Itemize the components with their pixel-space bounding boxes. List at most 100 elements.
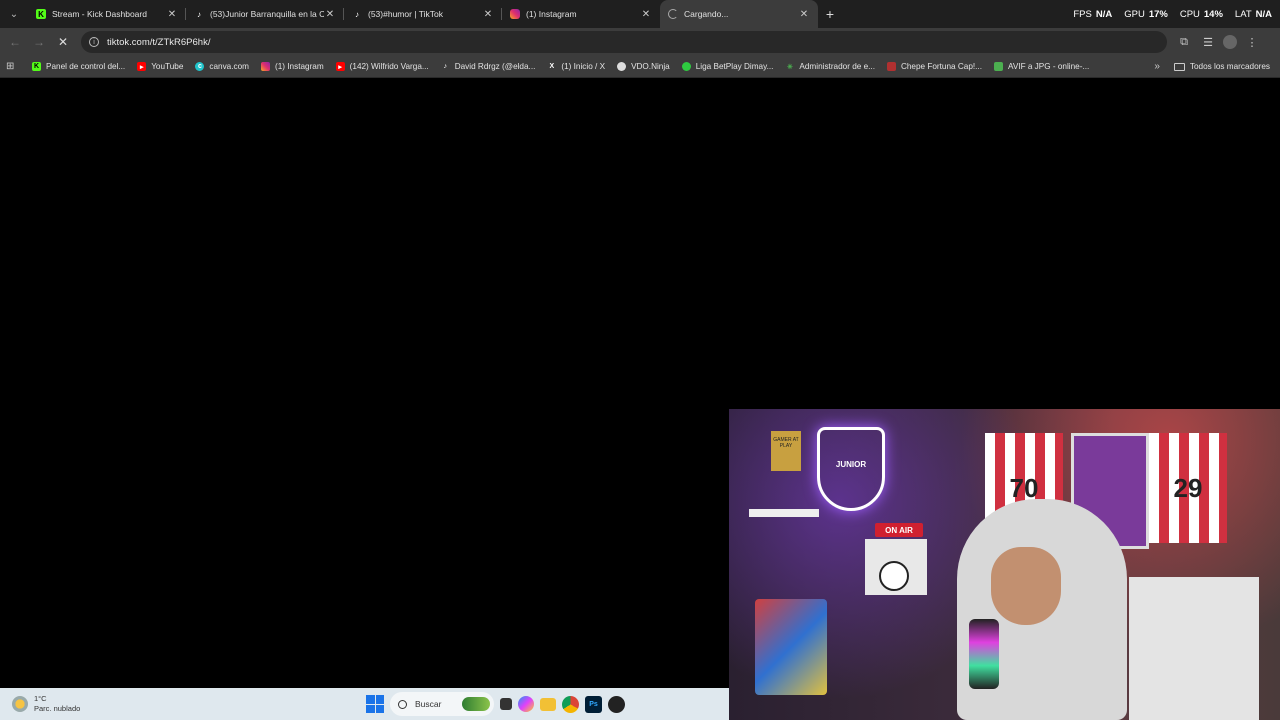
- bookmark-item[interactable]: c canva.com: [195, 62, 249, 71]
- bookmark-item[interactable]: VDO.Ninja: [617, 62, 670, 71]
- profile-avatar-icon[interactable]: [1223, 35, 1237, 49]
- junior-shield-neon: JUNIOR: [817, 427, 885, 511]
- betplay-icon: [681, 62, 691, 71]
- back-button[interactable]: ←: [3, 30, 27, 54]
- performance-overlay: FPS N/A GPU 17% CPU 14% LAT N/A: [1073, 0, 1272, 28]
- cpu-readout: CPU 14%: [1179, 8, 1223, 20]
- bookmark-item[interactable]: K Panel de control del...: [32, 62, 125, 71]
- bookmark-item[interactable]: X (1) Inicio / X: [547, 62, 606, 71]
- bookmark-item[interactable]: ✳ Administrador de e...: [785, 62, 875, 71]
- file-explorer-icon[interactable]: [540, 697, 556, 711]
- shelf: [749, 509, 819, 517]
- info-icon[interactable]: i: [89, 37, 99, 47]
- tab-title: (53)#humor | TikTok: [368, 9, 443, 19]
- obs-icon[interactable]: [608, 695, 625, 713]
- folder-icon: [1173, 62, 1185, 71]
- bookmark-item[interactable]: Liga BetPlay Dimay...: [681, 62, 773, 71]
- screen: ⌄ K Stream - Kick Dashboard ✕ ♪ (53)Juni…: [0, 0, 1280, 720]
- close-icon[interactable]: ✕: [640, 9, 652, 20]
- chicken-figure: [755, 599, 827, 695]
- gamer-sign: GAMER AT PLAY: [771, 431, 801, 471]
- cabinet: [1129, 577, 1259, 720]
- weather-condition: Parc. nublado: [34, 704, 81, 713]
- on-air-sign: ON AIR: [875, 523, 923, 537]
- photoshop-icon[interactable]: Ps: [585, 695, 602, 713]
- close-icon[interactable]: ✕: [798, 9, 810, 20]
- gpu-readout: GPU 17%: [1124, 8, 1168, 20]
- fps-readout: FPS N/A: [1073, 8, 1113, 20]
- arrow-left-icon: ←: [9, 35, 21, 49]
- taskbar: 1°C Parc. nublado Buscar Ps: [0, 688, 729, 720]
- weather-text: 1°C Parc. nublado: [34, 694, 80, 714]
- jersey-right: 29: [1149, 433, 1227, 543]
- bookmark-item[interactable]: Chepe Fortuna Cap!...: [886, 62, 982, 71]
- tab-loading[interactable]: Cargando... ✕: [660, 0, 818, 28]
- chepe-icon: [886, 62, 896, 71]
- windows-start-icon[interactable]: [366, 695, 384, 713]
- soccer-ball: [879, 561, 909, 591]
- weather-temp: 1°C: [34, 694, 47, 703]
- tab-title: (1) Instagram: [526, 9, 577, 19]
- task-view-icon[interactable]: [500, 698, 512, 710]
- x-icon: X: [549, 63, 555, 70]
- instagram-icon: [510, 9, 520, 19]
- stop-button[interactable]: ✕: [51, 30, 75, 54]
- apps-grid-icon[interactable]: ⊞: [6, 61, 20, 72]
- tiktok-icon: ♪: [355, 9, 359, 19]
- tiktok-icon: ♪: [197, 9, 201, 19]
- close-icon[interactable]: ✕: [324, 9, 336, 20]
- microphone: [969, 619, 999, 689]
- search-placeholder: Buscar: [415, 699, 442, 709]
- toolbar-actions: ⧉ ☰ ⋮: [1175, 33, 1261, 51]
- bookmark-item[interactable]: ♪ David Rdrgz (@elda...: [441, 62, 535, 71]
- chevron-down-icon: ⌄: [9, 8, 19, 20]
- webcam-overlay: GAMER AT PLAY JUNIOR ON AIR 70 29: [729, 409, 1280, 720]
- taskbar-search[interactable]: Buscar: [390, 692, 494, 716]
- plus-icon: +: [825, 6, 835, 22]
- weather-widget[interactable]: 1°C Parc. nublado: [12, 694, 80, 714]
- bookmarks-bar: ⊞ K Panel de control del... ▸ YouTube c can…: [0, 56, 1280, 78]
- close-icon: ✕: [57, 35, 69, 49]
- search-icon: [398, 699, 407, 709]
- chevron-right-icon[interactable]: »: [1154, 61, 1160, 72]
- youtube-icon: ▸: [137, 62, 147, 71]
- tab-kick-dashboard[interactable]: K Stream - Kick Dashboard ✕: [28, 0, 186, 28]
- admin-icon: ✳: [786, 63, 793, 71]
- canva-icon: c: [195, 62, 205, 71]
- tab-title: Stream - Kick Dashboard: [52, 9, 147, 19]
- tab-search-button[interactable]: ⌄: [0, 0, 28, 28]
- media-controls-icon[interactable]: ☰: [1199, 33, 1217, 51]
- tab-strip: ⌄ K Stream - Kick Dashboard ✕ ♪ (53)Juni…: [0, 0, 1280, 28]
- avif-icon: [993, 62, 1003, 71]
- loading-icon: [668, 9, 678, 19]
- close-icon[interactable]: ✕: [482, 9, 494, 20]
- bookmark-item[interactable]: (1) Instagram: [260, 62, 324, 71]
- tab-title: (53)Junior Barranquilla en la Co: [210, 9, 324, 19]
- tab-tiktok-humor[interactable]: ♪ (53)#humor | TikTok ✕: [344, 0, 502, 28]
- url-text: tiktok.com/t/ZTkR6P6hk/: [107, 36, 211, 48]
- tab-title: Cargando...: [684, 9, 729, 19]
- tab-tiktok-junior[interactable]: ♪ (53)Junior Barranquilla en la Co ✕: [186, 0, 344, 28]
- address-bar[interactable]: i tiktok.com/t/ZTkR6P6hk/: [81, 31, 1167, 53]
- menu-icon[interactable]: ⋮: [1243, 33, 1261, 51]
- extensions-icon[interactable]: ⧉: [1175, 33, 1193, 51]
- chrome-icon[interactable]: [562, 695, 579, 713]
- new-tab-button[interactable]: +: [818, 6, 842, 22]
- vdo-ninja-icon: [617, 62, 627, 71]
- taskbar-center: Buscar Ps: [366, 688, 625, 720]
- close-icon[interactable]: ✕: [166, 9, 178, 20]
- youtube-icon: ▸: [335, 62, 345, 71]
- copilot-icon[interactable]: [518, 696, 534, 712]
- bookmark-item[interactable]: ▸ YouTube: [137, 62, 183, 71]
- tiktok-icon: ♪: [443, 63, 447, 70]
- bookmark-item[interactable]: AVIF a JPG - online-...: [993, 62, 1089, 71]
- toolbar: ← → ✕ i tiktok.com/t/ZTkR6P6hk/ ⧉ ☰ ⋮: [0, 28, 1280, 56]
- kick-icon: K: [36, 9, 46, 19]
- bookmark-item[interactable]: ▸ (142) Wilfrido Varga...: [335, 62, 429, 71]
- arrow-right-icon: →: [33, 35, 45, 49]
- all-bookmarks-button[interactable]: Todos los marcadores: [1173, 62, 1270, 71]
- streamer-face: [991, 547, 1061, 625]
- tab-instagram[interactable]: (1) Instagram ✕: [502, 0, 660, 28]
- instagram-icon: [260, 62, 270, 71]
- forward-button[interactable]: →: [27, 30, 51, 54]
